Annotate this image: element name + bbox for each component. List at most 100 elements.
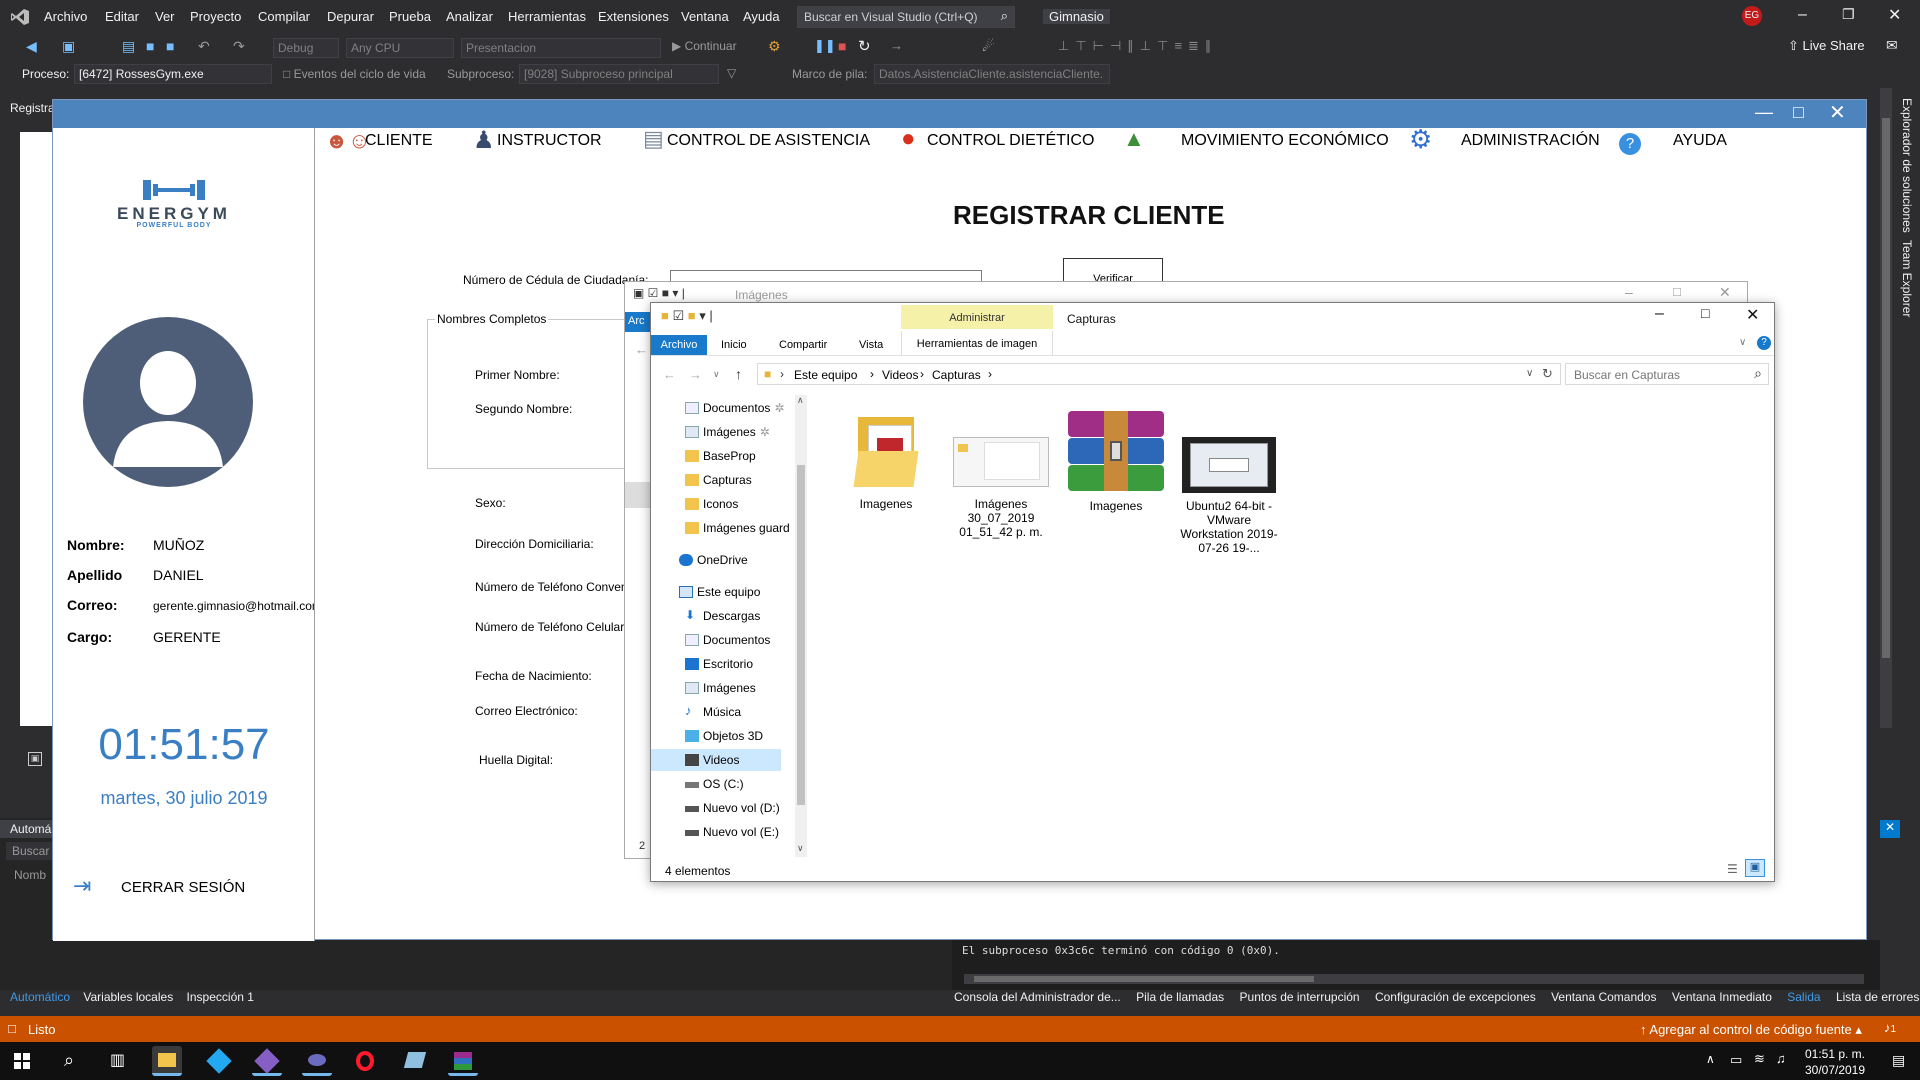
config-select[interactable]: Debug: [273, 38, 339, 58]
breadcrumb-videos[interactable]: Videos: [882, 368, 918, 382]
menu-ver[interactable]: Ver: [155, 9, 175, 24]
taskbar-time[interactable]: 01:51 p. m.: [1800, 1047, 1870, 1061]
tree-quick-capturas[interactable]: Capturas: [685, 473, 752, 487]
details-view-icon[interactable]: ☰: [1727, 862, 1738, 876]
close-icon[interactable]: ✕: [1888, 5, 1901, 25]
nav-movimiento-economico[interactable]: ▲ MOVIMIENTO ECONÓMICO: [1123, 100, 1393, 160]
menu-depurar[interactable]: Depurar: [327, 9, 374, 24]
back-icon[interactable]: ◀: [26, 38, 37, 55]
back-file-tab[interactable]: Arc: [625, 312, 651, 332]
explorer-maximize-icon[interactable]: □: [1701, 305, 1709, 321]
autos-search[interactable]: Buscar: [6, 842, 52, 860]
source-control-button[interactable]: ↑ Agregar al control de código fuente ▴: [1640, 1022, 1862, 1038]
action-center-icon[interactable]: ▤: [1892, 1052, 1905, 1069]
wifi-icon[interactable]: ≋: [1754, 1051, 1765, 1067]
tree-quick-iconos[interactable]: Iconos: [685, 497, 738, 511]
avatar[interactable]: EG: [1742, 6, 1762, 26]
save-icon[interactable]: ■: [146, 38, 154, 54]
tree-scrollbar[interactable]: ∧ ∨: [795, 395, 807, 857]
tree-descargas[interactable]: ⬇ Descargas: [685, 608, 760, 623]
back-maximize-icon[interactable]: □: [1673, 284, 1681, 299]
scroll-down-icon[interactable]: ∨: [797, 843, 804, 854]
attach-icon[interactable]: ⚙: [768, 38, 781, 55]
back-nav-icon[interactable]: ←: [635, 342, 648, 357]
app-minimize-icon[interactable]: —: [1755, 102, 1773, 123]
nav-instructor[interactable]: ♟ INSTRUCTOR: [473, 100, 613, 160]
undo-icon[interactable]: ↶: [198, 38, 210, 55]
taskbar-date[interactable]: 30/07/2019: [1800, 1063, 1870, 1077]
file-explorer-taskbar-icon[interactable]: [152, 1046, 182, 1076]
ribbon-tab-vista[interactable]: Vista: [859, 339, 883, 351]
restart-icon[interactable]: ↻: [858, 37, 871, 55]
back-close-icon[interactable]: ✕: [1719, 284, 1731, 301]
tree-quick-baseprop[interactable]: BaseProp: [685, 449, 756, 463]
stack-select[interactable]: Datos.AsistenciaCliente.asistenciaClient…: [874, 64, 1110, 84]
menu-compilar[interactable]: Compilar: [258, 9, 310, 24]
scroll-thumb[interactable]: [1882, 118, 1890, 658]
search-taskbar-icon[interactable]: ⌕: [64, 1050, 74, 1071]
team-explorer-tab[interactable]: Team Explorer: [1900, 240, 1914, 317]
menu-editar[interactable]: Editar: [105, 9, 139, 24]
tree-este-equipo[interactable]: Este equipo: [679, 585, 760, 599]
feedback-icon[interactable]: ✉: [1886, 37, 1898, 54]
windows-start-icon[interactable]: [14, 1053, 30, 1069]
breadcrumb-capturas[interactable]: Capturas: [932, 368, 981, 382]
logout-button[interactable]: ⇥ CERRAR SESIÓN: [73, 873, 273, 901]
tree-quick-imagenes[interactable]: Imágenes ✲: [685, 425, 770, 439]
tree-escritorio[interactable]: Escritorio: [685, 657, 753, 671]
tree-onedrive[interactable]: OneDrive: [679, 553, 748, 567]
tree-quick-imagenes-guard[interactable]: Imágenes guard: [685, 521, 790, 535]
nav-control-asistencia[interactable]: ▤ CONTROL DE ASISTENCIA: [643, 100, 873, 160]
tab-excepciones[interactable]: Configuración de excepciones: [1375, 990, 1536, 1004]
notifications-button[interactable]: ♪1: [1884, 1020, 1896, 1035]
minimize-icon[interactable]: –: [1798, 6, 1807, 24]
nav-ayuda[interactable]: ? AYUDA: [1619, 100, 1739, 160]
chevron-up-tray-icon[interactable]: ∧: [1706, 1052, 1715, 1066]
open-icon[interactable]: ▤: [122, 38, 135, 55]
vs-search-box[interactable]: Buscar en Visual Studio (Ctrl+Q) ⌕: [797, 6, 1015, 28]
tab-automatico[interactable]: Automático: [10, 990, 70, 1004]
tree-nuevo-vol-d[interactable]: Nuevo vol (D:): [685, 801, 780, 815]
nav-control-dietetico[interactable]: ● CONTROL DIETÉTICO: [901, 100, 1101, 160]
back-minimize-icon[interactable]: –: [1625, 284, 1633, 300]
rossesgym-taskbar-icon[interactable]: [302, 1046, 332, 1076]
tree-os-c[interactable]: OS (C:): [685, 777, 744, 791]
menu-prueba[interactable]: Prueba: [389, 9, 431, 24]
tree-quick-documentos[interactable]: Documentos ✲: [685, 401, 784, 415]
explorer-close-icon[interactable]: ✕: [1746, 305, 1759, 325]
tab-puntos-interrupcion[interactable]: Puntos de interrupción: [1240, 990, 1360, 1004]
address-bar[interactable]: ■ › Este equipo › Videos › Capturas › ∨ …: [757, 363, 1561, 385]
hscroll-thumb[interactable]: [974, 976, 1314, 982]
output-hscroll[interactable]: [964, 974, 1864, 984]
file-item[interactable]: Imagenes: [836, 411, 936, 511]
vs-editor-tab[interactable]: Registra: [0, 99, 55, 117]
opera-taskbar-icon[interactable]: [350, 1046, 380, 1076]
tree-imagenes[interactable]: Imágenes: [685, 681, 756, 695]
tab-lista-errores[interactable]: Lista de errores: [1836, 990, 1919, 1004]
tree-nuevo-vol-e[interactable]: Nuevo vol (E:): [685, 825, 779, 839]
tab-inspeccion[interactable]: Inspección 1: [187, 990, 254, 1004]
visual-studio-taskbar-icon[interactable]: [252, 1046, 282, 1076]
ribbon-tab-archivo[interactable]: Archivo: [651, 335, 707, 355]
platform-select[interactable]: Any CPU: [346, 38, 454, 58]
file-item[interactable]: Imagenes: [1066, 411, 1166, 513]
menu-archivo[interactable]: Archivo: [44, 9, 87, 24]
stop-icon[interactable]: ■: [838, 38, 846, 54]
ribbon-tab-compartir[interactable]: Compartir: [779, 339, 827, 351]
tab-consola[interactable]: Consola del Administrador de...: [954, 990, 1121, 1004]
pause-icon[interactable]: ❚❚: [814, 38, 836, 54]
right-scrollbar[interactable]: [1880, 88, 1892, 728]
menu-ventana[interactable]: Ventana: [681, 9, 729, 24]
nav-cliente[interactable]: ☻☺ CLIENTE: [325, 100, 445, 160]
new-project-icon[interactable]: ▣: [62, 38, 75, 55]
app-maximize-icon[interactable]: □: [1793, 102, 1804, 123]
winrar-taskbar-icon[interactable]: [448, 1046, 478, 1076]
output-pin-button[interactable]: ✕: [1880, 820, 1900, 838]
lifecycle-button[interactable]: □ Eventos del ciclo de vida: [283, 67, 426, 81]
vscode-taskbar-icon[interactable]: [204, 1046, 234, 1076]
tab-salida[interactable]: Salida: [1787, 990, 1820, 1004]
volume-icon[interactable]: ♫: [1776, 1051, 1786, 1066]
tree-videos[interactable]: Videos: [685, 753, 739, 767]
recent-icon[interactable]: ∨: [713, 369, 720, 380]
show-next-icon[interactable]: →: [890, 38, 903, 53]
